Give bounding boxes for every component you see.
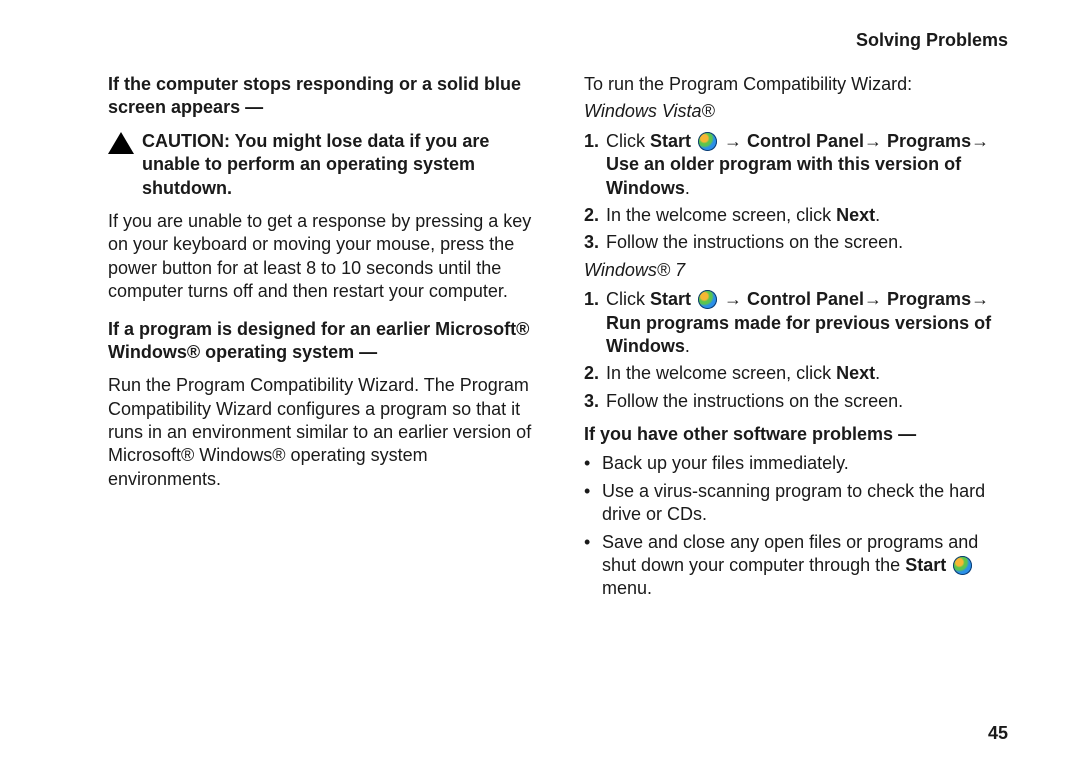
- section-title: Solving Problems: [108, 30, 1012, 51]
- bullet-dot: •: [584, 531, 602, 601]
- step-number: 1.: [584, 130, 606, 200]
- intro-line: To run the Program Compatibility Wizard:: [584, 73, 1012, 96]
- text: Click: [606, 289, 650, 309]
- bold-start: Start: [650, 131, 691, 151]
- vista-step-2: 2. In the welcome screen, click Next.: [584, 204, 1012, 227]
- left-column: If the computer stops responding or a so…: [108, 73, 536, 605]
- win7-step-2: 2. In the welcome screen, click Next.: [584, 362, 1012, 385]
- caution-block: CAUTION: You might lose data if you are …: [108, 130, 536, 200]
- vista-step-1: 1. Click Start → Control Panel→ Programs…: [584, 130, 1012, 200]
- windows-orb-icon: [698, 132, 717, 151]
- bullet-dot: •: [584, 452, 602, 475]
- text: menu.: [602, 578, 652, 598]
- bullet-shutdown: • Save and close any open files or progr…: [584, 531, 1012, 601]
- windows-orb-icon: [953, 556, 972, 575]
- text: .: [685, 178, 690, 198]
- bold-start: Start: [650, 289, 691, 309]
- step-number: 2.: [584, 204, 606, 227]
- bullet-text: Use a virus-scanning program to check th…: [602, 480, 1012, 527]
- bullet-backup: • Back up your files immediately.: [584, 452, 1012, 475]
- paragraph-compat-wizard: Run the Program Compatibility Wizard. Th…: [108, 374, 536, 491]
- step-number: 3.: [584, 390, 606, 413]
- os-title-vista: Windows Vista®: [584, 100, 1012, 123]
- step-body: Follow the instructions on the screen.: [606, 390, 1012, 413]
- text: .: [875, 205, 880, 225]
- bold-start: Start: [905, 555, 946, 575]
- step-number: 3.: [584, 231, 606, 254]
- text: Click: [606, 131, 650, 151]
- step-body: Follow the instructions on the screen.: [606, 231, 1012, 254]
- bullet-text: Back up your files immediately.: [602, 452, 849, 475]
- step-number: 1.: [584, 288, 606, 358]
- caution-text: CAUTION: You might lose data if you are …: [142, 130, 536, 200]
- step-number: 2.: [584, 362, 606, 385]
- os-title-win7: Windows® 7: [584, 259, 1012, 282]
- caution-triangle-icon: [108, 132, 134, 154]
- two-column-layout: If the computer stops responding or a so…: [108, 73, 1012, 605]
- win7-step-1: 1. Click Start → Control Panel→ Programs…: [584, 288, 1012, 358]
- bold-next: Next: [836, 205, 875, 225]
- heading-other-problems: If you have other software problems —: [584, 423, 1012, 446]
- vista-step-3: 3. Follow the instructions on the screen…: [584, 231, 1012, 254]
- step-body: Click Start → Control Panel→ Programs→ U…: [606, 130, 1012, 200]
- step-body: In the welcome screen, click Next.: [606, 362, 1012, 385]
- heading-blue-screen: If the computer stops responding or a so…: [108, 73, 536, 120]
- step-body: In the welcome screen, click Next.: [606, 204, 1012, 227]
- text: .: [685, 336, 690, 356]
- step-body: Click Start → Control Panel→ Programs→ R…: [606, 288, 1012, 358]
- text: .: [875, 363, 880, 383]
- bullet-text: Save and close any open files or program…: [602, 531, 1012, 601]
- win7-step-3: 3. Follow the instructions on the screen…: [584, 390, 1012, 413]
- windows-orb-icon: [698, 290, 717, 309]
- bullet-virus-scan: • Use a virus-scanning program to check …: [584, 480, 1012, 527]
- page-number: 45: [988, 723, 1008, 744]
- bullet-dot: •: [584, 480, 602, 527]
- heading-older-windows: If a program is designed for an earlier …: [108, 318, 536, 365]
- paragraph-power-button: If you are unable to get a response by p…: [108, 210, 536, 304]
- text: In the welcome screen, click: [606, 205, 836, 225]
- document-page: Solving Problems If the computer stops r…: [0, 0, 1080, 766]
- right-column: To run the Program Compatibility Wizard:…: [584, 73, 1012, 605]
- bold-next: Next: [836, 363, 875, 383]
- text: In the welcome screen, click: [606, 363, 836, 383]
